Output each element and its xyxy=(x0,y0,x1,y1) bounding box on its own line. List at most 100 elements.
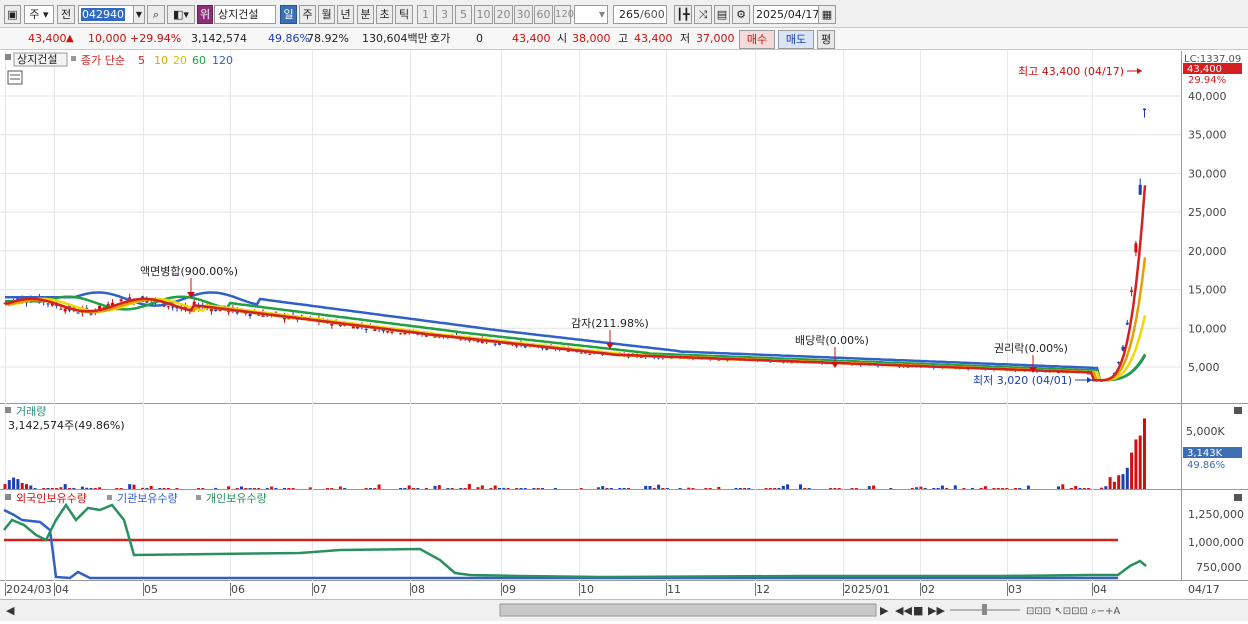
save-icon[interactable]: ▤ xyxy=(714,5,730,24)
period-tick-tab[interactable]: 틱 xyxy=(395,5,413,24)
volume-current-pct: 49.86% xyxy=(1187,460,1225,471)
volume-panel-close-icon[interactable] xyxy=(1234,407,1242,414)
gear-icon[interactable]: ⚙ xyxy=(732,5,750,24)
candle-body xyxy=(399,333,403,335)
volume-bar xyxy=(992,488,996,489)
legend-ma120[interactable]: 120 xyxy=(212,54,233,67)
candle-body xyxy=(386,331,390,333)
holding-panel-close-icon[interactable] xyxy=(1234,494,1242,501)
fast-forward-icon[interactable]: ▶▶ xyxy=(928,604,945,617)
volume-bar xyxy=(330,488,334,489)
volume-bar xyxy=(1069,488,1073,489)
prev-button[interactable]: 전 xyxy=(57,5,75,24)
price-tick-label: 15,000 xyxy=(1188,284,1227,297)
volume-bar xyxy=(915,487,919,489)
period-day-tab[interactable]: 일 xyxy=(280,5,297,24)
volume-bar xyxy=(661,488,665,489)
interval-120[interactable]: 120 xyxy=(554,5,574,24)
legend-ma5[interactable]: 5 xyxy=(138,54,145,67)
volume-bar xyxy=(467,484,471,489)
volume-bar xyxy=(93,488,97,489)
rewind-icon[interactable]: ◀◀ xyxy=(895,604,912,617)
price-tick-label: 40,000 xyxy=(1188,90,1227,103)
volume-bar xyxy=(657,484,661,489)
period-second-tab[interactable]: 초 xyxy=(376,5,393,24)
legend-close-label[interactable]: 종가 단순 xyxy=(81,54,125,67)
stock-name-field: 상지건설 xyxy=(214,5,276,24)
interval-custom-select[interactable]: ▼ xyxy=(574,5,608,24)
annotation-dividend: 배당락(0.00%) xyxy=(795,334,869,347)
legend-ma10[interactable]: 10 xyxy=(154,54,168,67)
period-minute-tab[interactable]: 분 xyxy=(357,5,374,24)
volume-panel-title[interactable]: 거래량 xyxy=(16,405,46,418)
volume-bar xyxy=(145,488,149,489)
candle-body xyxy=(248,313,252,317)
candle-body xyxy=(579,352,583,354)
candle-body xyxy=(1125,322,1129,325)
horizontal-scrollbar-thumb[interactable] xyxy=(499,603,877,617)
zoom-slider-handle[interactable] xyxy=(982,604,987,615)
search-icon[interactable]: ⌕ xyxy=(147,5,165,24)
window-menu-icon[interactable]: ▣ xyxy=(4,5,21,24)
volume-bar xyxy=(1117,475,1121,489)
legend-individual-holdings[interactable]: 개인보유수량 xyxy=(206,492,267,505)
interval-60[interactable]: 60 xyxy=(534,5,553,24)
layout-icons[interactable]: ⊡⊡⊡ ↖⊡⊡⊡ ⌕−+A xyxy=(1026,606,1120,617)
volume-bar xyxy=(257,488,261,489)
volume-bar xyxy=(274,488,278,489)
calculator-icon[interactable] xyxy=(7,70,23,85)
candle-body xyxy=(493,343,497,345)
candle-body xyxy=(364,328,368,331)
interval-10[interactable]: 10 xyxy=(474,5,493,24)
volume-bar xyxy=(923,487,927,489)
scroll-right-icon[interactable]: ▶ xyxy=(880,604,889,617)
calendar-icon[interactable]: ▦ xyxy=(818,5,836,24)
interval-30[interactable]: 30 xyxy=(514,5,533,24)
buy-button[interactable]: 매수 xyxy=(739,30,775,49)
avg-button[interactable]: 평 xyxy=(817,30,835,49)
period-year-tab[interactable]: 년 xyxy=(337,5,354,24)
volume-bar xyxy=(476,487,480,489)
volume-bar xyxy=(89,488,93,489)
volume-bar xyxy=(98,487,102,489)
volume-bar xyxy=(803,488,807,489)
count-field[interactable]: 265/600 xyxy=(613,5,667,24)
date-input[interactable]: 2025/04/17 xyxy=(753,5,819,24)
volume-bar xyxy=(519,488,523,489)
candle-body xyxy=(1134,243,1138,253)
sell-button[interactable]: 매도 xyxy=(778,30,814,49)
candle-body xyxy=(119,299,123,302)
volume-bar xyxy=(919,486,923,489)
code-dropdown-icon[interactable]: ▼ xyxy=(133,5,145,24)
volume-bar xyxy=(364,488,368,489)
interval-5[interactable]: 5 xyxy=(455,5,472,24)
legend-stock-name[interactable]: 상지건설 xyxy=(17,53,57,66)
scroll-left-icon[interactable]: ◀ xyxy=(6,604,15,617)
crosshair-icon[interactable]: ⤨ xyxy=(694,5,712,24)
period-month-tab[interactable]: 월 xyxy=(318,5,335,24)
legend-ma20[interactable]: 20 xyxy=(173,54,187,67)
candle-type-icon[interactable]: ┃╋ xyxy=(674,5,692,24)
candle-body xyxy=(1138,184,1142,195)
volume-bar xyxy=(515,488,519,489)
volume-bar xyxy=(326,488,329,489)
interval-3[interactable]: 3 xyxy=(436,5,453,24)
legend-ma60[interactable]: 60 xyxy=(192,54,206,67)
legend-institution-holdings[interactable]: 기관보유수량 xyxy=(117,492,178,505)
volume-bar xyxy=(20,482,24,489)
stop-icon[interactable]: ■ xyxy=(913,604,923,617)
period-week-tab[interactable]: 주 xyxy=(299,5,316,24)
legend-foreign-holdings[interactable]: 외국인보유수량 xyxy=(16,492,87,505)
link-icon[interactable]: ◧▾ xyxy=(167,5,195,24)
chart-area[interactable]: 상지건설 종가 단순 5 10 20 60 120 LC:1337.09 40,… xyxy=(0,51,1248,621)
volume-bar xyxy=(68,488,71,489)
volume-bar xyxy=(678,488,682,489)
volume-bar xyxy=(940,485,944,489)
volume-bar xyxy=(605,488,609,489)
market-select[interactable]: 주 ▾ xyxy=(24,5,54,24)
volume-bar xyxy=(734,488,738,489)
volume-bar xyxy=(618,488,622,489)
hoga-price: 43,400 xyxy=(512,32,551,45)
interval-20[interactable]: 20 xyxy=(494,5,513,24)
interval-1[interactable]: 1 xyxy=(417,5,434,24)
